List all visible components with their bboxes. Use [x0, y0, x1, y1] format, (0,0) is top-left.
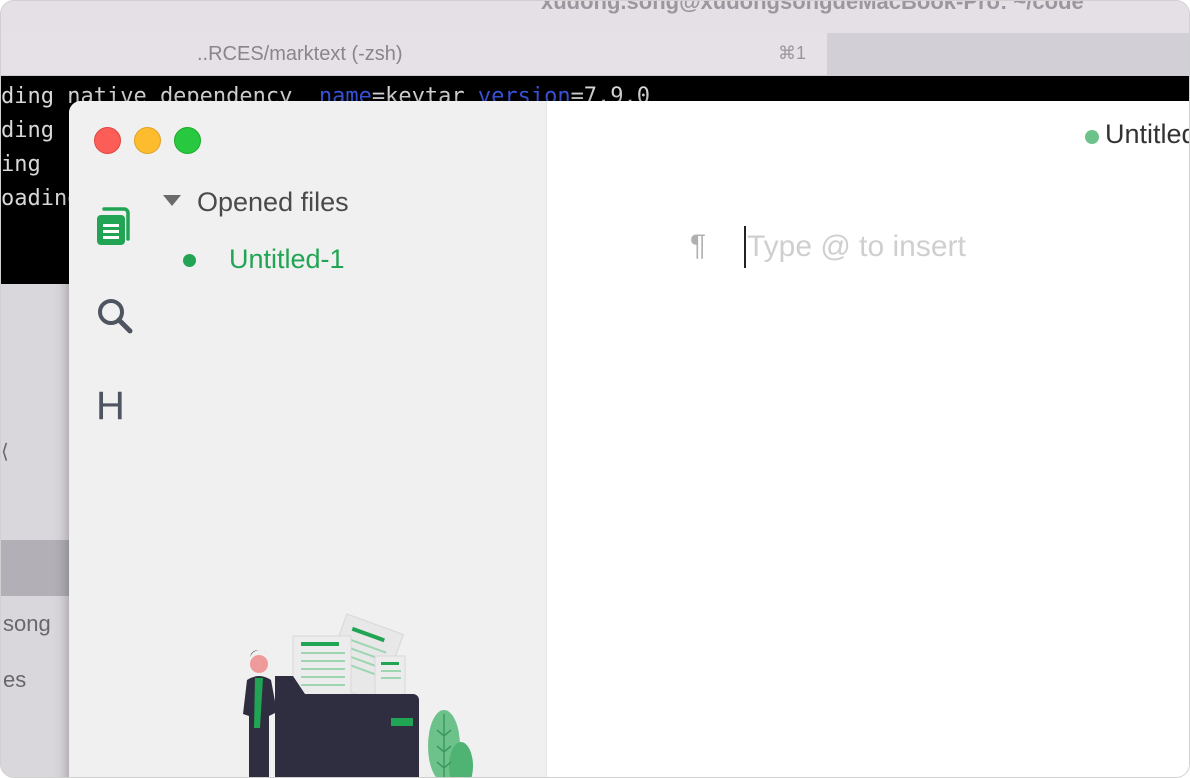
collapse-toggle-icon[interactable] — [163, 195, 181, 206]
toc-heading-icon[interactable]: H — [96, 384, 125, 428]
terminal-tab-label: ..RCES/marktext (-zsh) — [197, 43, 403, 65]
screen: xudong.song@xudongsongdeMacBook-Pro: ~/c… — [0, 0, 1190, 778]
search-icon[interactable] — [95, 296, 135, 341]
terminal-line: ding — [1, 118, 54, 143]
minimize-window-button[interactable] — [134, 127, 161, 154]
files-icon[interactable] — [95, 207, 133, 252]
terminal-window-title: xudong.song@xudongsongdeMacBook-Pro: ~/c… — [541, 1, 1084, 14]
background-sidebar: ⟨ — [1, 284, 71, 777]
terminal-tab-shortcut: ⌘1 — [778, 43, 807, 63]
terminal-tab[interactable]: ..RCES/marktext (-zsh) ⌘1 — [1, 33, 827, 75]
background-glyph: ⟨ — [1, 441, 9, 463]
unsaved-dot-icon — [1085, 130, 1099, 144]
zoom-window-button[interactable] — [174, 127, 201, 154]
background-sidebar-item[interactable]: song — [3, 611, 51, 637]
side-panel: H Opened files Untitled-1 — [69, 101, 549, 777]
text-caret — [744, 226, 746, 268]
close-window-button[interactable] — [94, 127, 121, 154]
editor-area[interactable]: Untitled-1 ¶ Type @ to insert — [547, 101, 1189, 777]
editor-placeholder[interactable]: Type @ to insert — [747, 230, 966, 264]
unsaved-dot-icon — [183, 254, 196, 267]
marktext-window: H Opened files Untitled-1 Untitle ¶ Type… — [69, 101, 1189, 777]
opened-file-item[interactable]: Untitled-1 — [229, 244, 345, 275]
background-sidebar-item[interactable]: es — [3, 667, 26, 693]
empty-state-illustration — [239, 606, 549, 777]
paragraph-icon[interactable]: ¶ — [690, 229, 706, 263]
terminal-line: ing — [1, 152, 41, 177]
terminal-tabbar: ..RCES/marktext (-zsh) ⌘1 — [1, 33, 1189, 76]
opened-files-title[interactable]: Opened files — [197, 187, 349, 218]
terminal-tab-empty[interactable] — [827, 33, 1189, 75]
background-sidebar-selected — [1, 540, 71, 596]
terminal-titlebar: xudong.song@xudongsongdeMacBook-Pro: ~/c… — [1, 1, 1189, 33]
document-tab-title[interactable]: Untitled-1 — [1105, 119, 1189, 150]
